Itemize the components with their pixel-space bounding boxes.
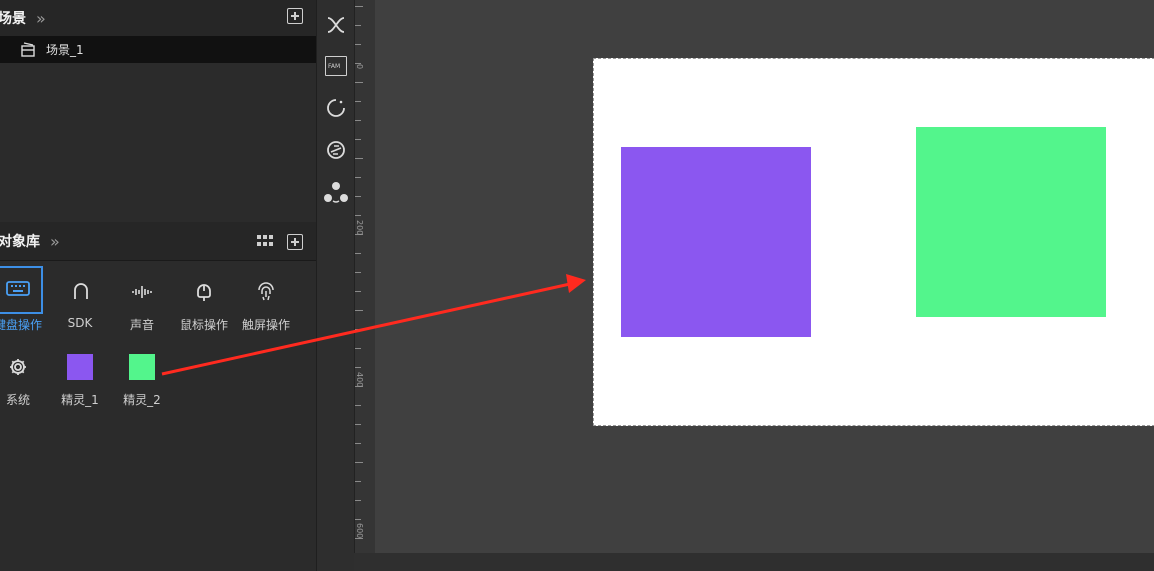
stage-canvas[interactable] xyxy=(593,58,1154,426)
library-item-label: 精灵_2 xyxy=(123,393,161,407)
scene-list-item[interactable]: 场景_1 xyxy=(0,36,316,63)
keyboard-icon xyxy=(0,266,43,314)
ruler-label: 600 xyxy=(355,523,364,539)
vertical-toolbar: FAM xyxy=(316,0,355,571)
library-item-label: 鼠标操作 xyxy=(179,318,228,332)
sprite-thumb xyxy=(124,349,160,385)
library-item-label: 触屏操作 xyxy=(241,318,290,332)
library-item-touch[interactable]: 触屏操作 xyxy=(235,274,297,333)
ruler-tick xyxy=(355,291,361,292)
library-item-sprite-1[interactable]: 精灵_1 xyxy=(49,349,111,408)
ruler-tick xyxy=(355,443,361,444)
scene-panel-title: 场景 xyxy=(0,11,26,27)
ruler-tick xyxy=(355,424,361,425)
ruler-tick xyxy=(355,82,363,83)
library-panel-header: 对象库 » xyxy=(0,222,316,261)
ruler-tick xyxy=(355,139,361,140)
ruler-tick xyxy=(355,272,361,273)
fingerprint-icon xyxy=(248,274,284,310)
gear-icon xyxy=(0,349,36,385)
ruler-tick xyxy=(355,405,361,406)
ruler-tick xyxy=(355,25,361,26)
no-sync-icon[interactable] xyxy=(326,140,346,160)
library-item-label: SDK xyxy=(67,316,93,330)
ruler-tick xyxy=(355,101,361,102)
sprite-thumb xyxy=(62,349,98,385)
stage-sprite-1[interactable] xyxy=(621,147,811,337)
ruler-tick xyxy=(355,253,361,254)
sdk-icon xyxy=(62,274,98,310)
sound-wave-icon xyxy=(124,274,160,310)
share-icon[interactable] xyxy=(324,181,348,205)
status-bar xyxy=(354,553,1154,571)
scene-item-label: 场景_1 xyxy=(46,43,84,57)
library-item-label: 系统 xyxy=(5,393,30,407)
ruler-tick xyxy=(355,348,361,349)
scene-panel-header: 场景 » xyxy=(0,0,316,37)
ruler-tick xyxy=(355,500,361,501)
ruler-tick xyxy=(355,6,363,7)
ruler-tick xyxy=(355,481,361,482)
stage-sprite-2[interactable] xyxy=(916,127,1106,317)
ruler-tick xyxy=(355,177,361,178)
add-scene-icon[interactable] xyxy=(287,8,303,24)
library-panel-title: 对象库 xyxy=(0,234,40,250)
library-item-keyboard[interactable]: 键盘操作 xyxy=(0,266,49,333)
expand-chevron-icon[interactable]: » xyxy=(50,232,60,251)
ruler-label: 400 xyxy=(355,372,364,388)
shuffle-icon[interactable] xyxy=(326,15,346,35)
expand-chevron-icon[interactable]: » xyxy=(36,9,46,28)
ruler-label: 0 xyxy=(355,64,364,70)
ruler-tick xyxy=(355,462,363,463)
ruler-tick xyxy=(355,367,361,368)
ruler-label: 200 xyxy=(355,220,364,236)
add-object-icon[interactable] xyxy=(287,234,303,250)
refresh-icon[interactable] xyxy=(326,98,346,118)
library-item-sdk[interactable]: SDK xyxy=(49,274,111,330)
ruler-tick xyxy=(355,120,361,121)
ruler-tick xyxy=(355,310,363,311)
library-item-label: 键盘操作 xyxy=(0,318,42,332)
ruler-tick xyxy=(355,215,361,216)
library-item-sprite-2[interactable]: 精灵_2 xyxy=(111,349,173,408)
scene-icon xyxy=(21,41,35,57)
ruler-tick xyxy=(355,329,361,330)
ruler-tick xyxy=(355,44,361,45)
library-item-mouse[interactable]: 鼠标操作 xyxy=(173,274,235,333)
library-item-label: 精灵_1 xyxy=(61,393,99,407)
library-item-label: 声音 xyxy=(129,318,154,332)
folder-fam-icon[interactable]: FAM xyxy=(325,56,347,76)
ruler-tick xyxy=(355,519,361,520)
library-item-system[interactable]: 系统 xyxy=(0,349,49,408)
mouse-icon xyxy=(186,274,222,310)
vertical-ruler: 0 200 400 600 xyxy=(354,0,375,553)
ruler-tick xyxy=(355,196,361,197)
ruler-tick xyxy=(355,158,363,159)
library-item-sound[interactable]: 声音 xyxy=(111,274,173,333)
grid-view-icon[interactable] xyxy=(257,235,273,247)
